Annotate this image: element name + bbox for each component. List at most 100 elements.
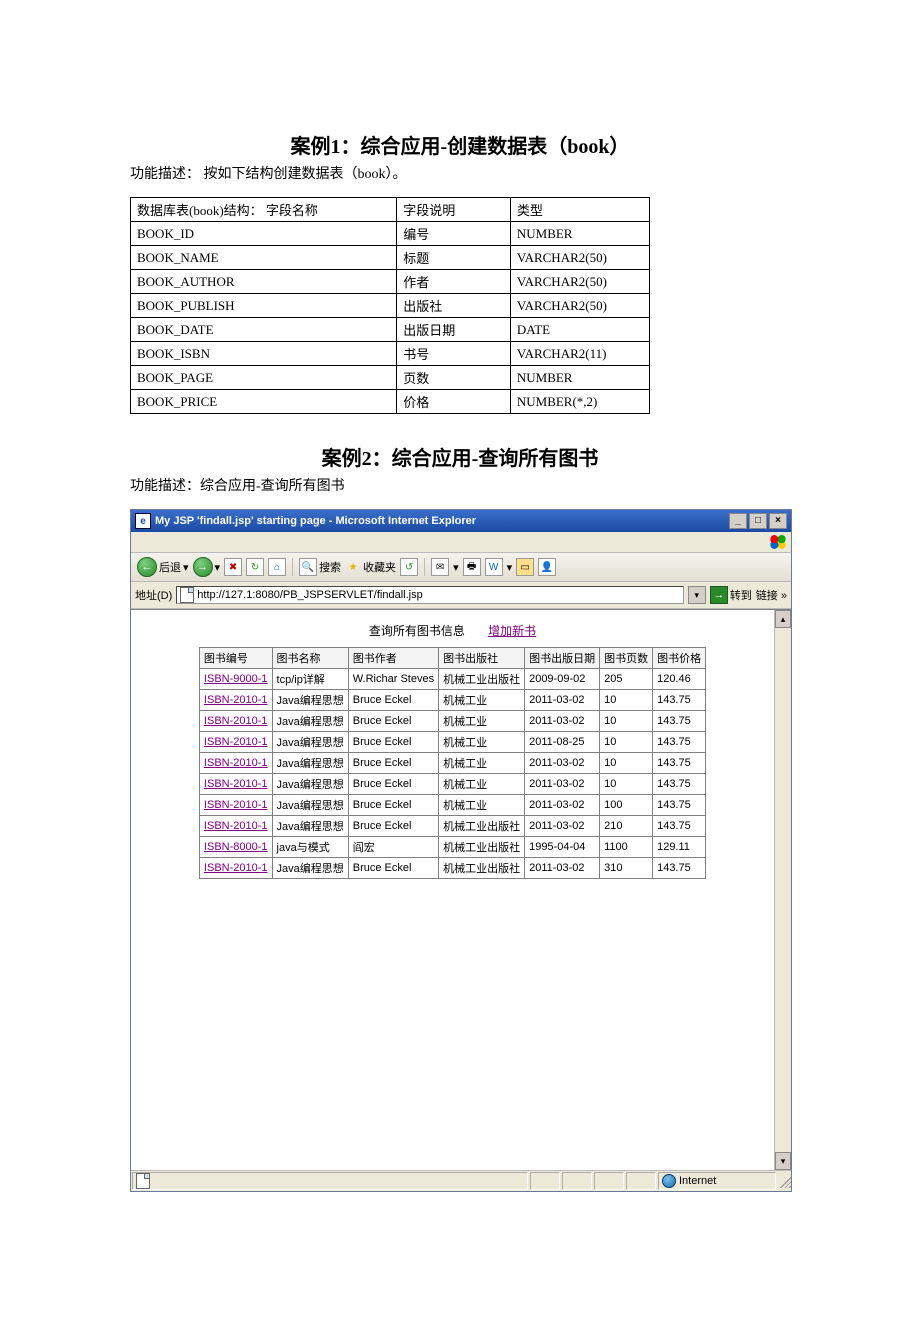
back-button[interactable]: ← 后退 ▾: [137, 557, 189, 577]
schema-cell: VARCHAR2(50): [510, 294, 649, 318]
forward-button[interactable]: → ▾: [193, 557, 221, 577]
status-cell: [626, 1172, 656, 1190]
mail-icon[interactable]: ✉: [431, 558, 449, 576]
book-id-link[interactable]: ISBN-2010-1: [204, 715, 268, 727]
table-cell: Bruce Eckel: [348, 795, 438, 816]
book-id-link[interactable]: ISBN-2010-1: [204, 778, 268, 790]
schema-cell: 作者: [397, 270, 511, 294]
table-cell: 机械工业: [439, 732, 525, 753]
print-icon[interactable]: 🖶: [463, 558, 481, 576]
table-row: ISBN-2010-1Java编程思想Bruce Eckel机械工业出版社201…: [199, 816, 705, 837]
book-id-link[interactable]: ISBN-8000-1: [204, 841, 268, 853]
go-button[interactable]: → 转到: [710, 586, 752, 604]
book-id-link[interactable]: ISBN-2010-1: [204, 736, 268, 748]
resize-grip-icon[interactable]: [777, 1174, 791, 1188]
stop-icon[interactable]: ✖: [224, 558, 242, 576]
table-cell: Java编程思想: [272, 753, 348, 774]
table-header: 图书出版日期: [525, 648, 600, 669]
book-id-link[interactable]: ISBN-9000-1: [204, 673, 268, 685]
go-label: 转到: [730, 587, 752, 603]
book-id-link[interactable]: ISBN-2010-1: [204, 820, 268, 832]
table-row: ISBN-2010-1Java编程思想Bruce Eckel机械工业2011-0…: [199, 753, 705, 774]
table-cell: 2011-03-02: [525, 858, 600, 879]
table-cell: 143.75: [653, 690, 706, 711]
discuss-icon[interactable]: ▭: [516, 558, 534, 576]
schema-cell: 编号: [397, 222, 511, 246]
search-button[interactable]: 🔍 搜索: [299, 558, 341, 576]
minimize-button[interactable]: _: [729, 513, 747, 529]
status-bar: Internet: [131, 1170, 791, 1191]
status-zone: Internet: [658, 1172, 776, 1190]
maximize-button[interactable]: □: [749, 513, 767, 529]
table-cell: 阎宏: [348, 837, 438, 858]
table-cell: 机械工业: [439, 711, 525, 732]
table-cell: 120.46: [653, 669, 706, 690]
table-cell: 143.75: [653, 816, 706, 837]
table-cell: ISBN-9000-1: [199, 669, 272, 690]
table-cell: Bruce Eckel: [348, 690, 438, 711]
scroll-up-icon[interactable]: ▴: [775, 610, 791, 628]
table-cell: ISBN-2010-1: [199, 795, 272, 816]
refresh-icon[interactable]: ↻: [246, 558, 264, 576]
table-cell: 10: [600, 753, 653, 774]
table-cell: 2009-09-02: [525, 669, 600, 690]
browser-window: e My JSP 'findall.jsp' starting page - M…: [130, 509, 792, 1192]
table-cell: java与模式: [272, 837, 348, 858]
schema-cell: VARCHAR2(50): [510, 246, 649, 270]
address-dropdown[interactable]: ▾: [688, 586, 706, 604]
table-cell: Bruce Eckel: [348, 753, 438, 774]
table-row: ISBN-9000-1tcp/ip详解W.Richar Steves机械工业出版…: [199, 669, 705, 690]
book-id-link[interactable]: ISBN-2010-1: [204, 757, 268, 769]
table-cell: 机械工业出版社: [439, 816, 525, 837]
scroll-down-icon[interactable]: ▾: [775, 1152, 791, 1170]
page-heading-row: 查询所有图书信息 增加新书: [131, 622, 774, 639]
favorites-button[interactable]: ★ 收藏夹: [345, 559, 396, 575]
page-icon: [180, 587, 194, 603]
table-cell: 129.11: [653, 837, 706, 858]
book-id-link[interactable]: ISBN-2010-1: [204, 694, 268, 706]
schema-row: BOOK_NAME标题VARCHAR2(50): [131, 246, 650, 270]
table-cell: 143.75: [653, 774, 706, 795]
vertical-scrollbar[interactable]: ▴ ▾: [774, 610, 791, 1170]
table-cell: ISBN-8000-1: [199, 837, 272, 858]
messenger-icon[interactable]: 👤: [538, 558, 556, 576]
table-cell: ISBN-2010-1: [199, 858, 272, 879]
search-label: 搜索: [319, 559, 341, 575]
schema-table: 数据库表(book)结构： 字段名称 字段说明 类型 BOOK_ID编号NUMB…: [130, 197, 650, 414]
table-cell: 2011-08-25: [525, 732, 600, 753]
toolbar-sep2: [424, 558, 425, 576]
address-input[interactable]: http://127.1:8080/PB_JSPSERVLET/findall.…: [176, 586, 684, 604]
titlebar: e My JSP 'findall.jsp' starting page - M…: [131, 510, 791, 532]
history-icon[interactable]: ↺: [400, 558, 418, 576]
go-arrow-icon: →: [710, 586, 728, 604]
schema-cell: DATE: [510, 318, 649, 342]
home-icon[interactable]: ⌂: [268, 558, 286, 576]
schema-cell: 书号: [397, 342, 511, 366]
status-cell: [562, 1172, 592, 1190]
book-id-link[interactable]: ISBN-2010-1: [204, 799, 268, 811]
schema-row: BOOK_PAGE页数NUMBER: [131, 366, 650, 390]
edit-icon[interactable]: W: [485, 558, 503, 576]
table-cell: ISBN-2010-1: [199, 774, 272, 795]
schema-h3: 类型: [510, 198, 649, 222]
globe-icon: [662, 1174, 676, 1188]
add-book-link[interactable]: 增加新书: [488, 624, 536, 638]
table-cell: Bruce Eckel: [348, 774, 438, 795]
search-icon: 🔍: [299, 558, 317, 576]
table-header: 图书编号: [199, 648, 272, 669]
table-cell: 2011-03-02: [525, 690, 600, 711]
schema-cell: 价格: [397, 390, 511, 414]
links-label[interactable]: 链接 »: [756, 587, 787, 603]
table-cell: 2011-03-02: [525, 711, 600, 732]
schema-row: BOOK_AUTHOR作者VARCHAR2(50): [131, 270, 650, 294]
schema-cell: BOOK_PUBLISH: [131, 294, 397, 318]
forward-arrow-icon: →: [193, 557, 213, 577]
windows-flag-icon: [769, 535, 787, 549]
table-cell: 143.75: [653, 732, 706, 753]
schema-cell: 出版日期: [397, 318, 511, 342]
book-table: 图书编号图书名称图书作者图书出版社图书出版日期图书页数图书价格 ISBN-900…: [199, 647, 706, 879]
table-row: ISBN-2010-1Java编程思想Bruce Eckel机械工业2011-0…: [199, 795, 705, 816]
close-button[interactable]: ×: [769, 513, 787, 529]
book-id-link[interactable]: ISBN-2010-1: [204, 862, 268, 874]
schema-cell: NUMBER(*,2): [510, 390, 649, 414]
